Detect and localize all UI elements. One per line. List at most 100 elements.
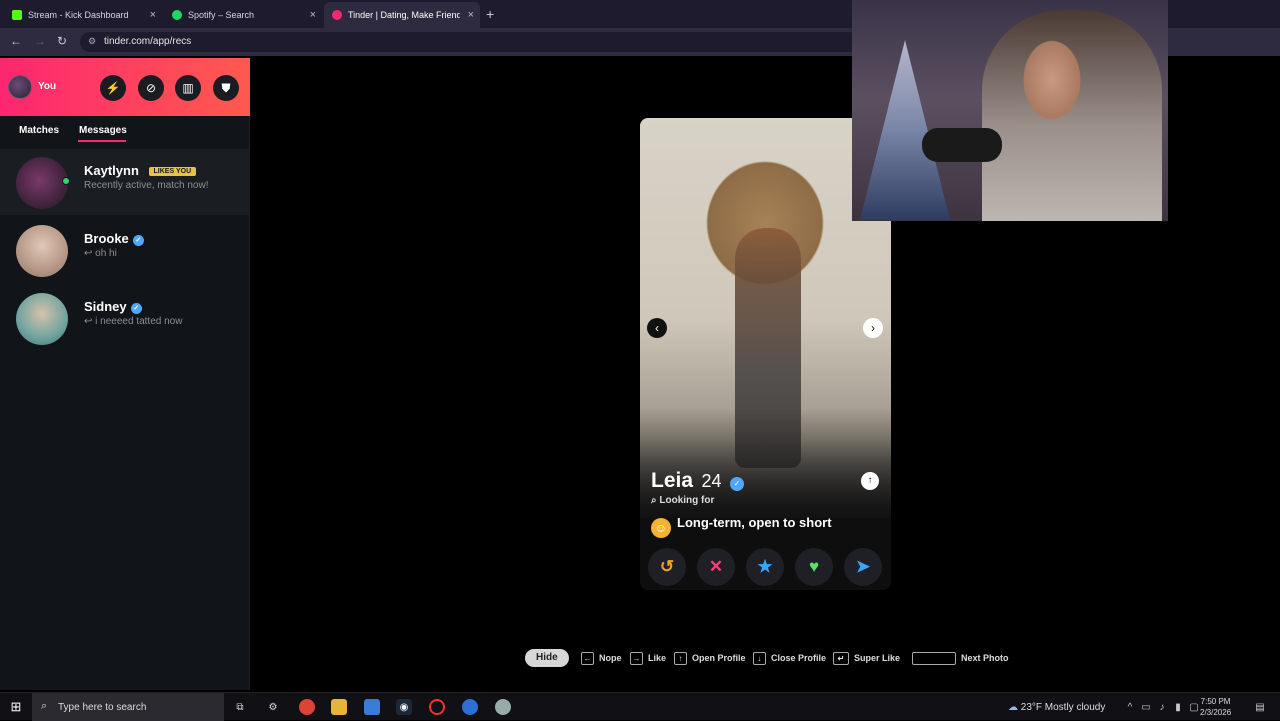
steam-icon[interactable]: ◉ [396,699,412,715]
app-icon[interactable] [495,699,511,715]
verified-badge-icon: ✓ [130,303,142,314]
you-label[interactable]: You [38,81,56,92]
conversation-name-row: Brooke ✓ [84,231,144,246]
tab-matches[interactable]: Matches [19,125,59,136]
rewind-icon: ↺ [659,557,675,576]
left-arrow-key-icon: ← [581,651,594,665]
spotify-favicon-icon [172,10,182,20]
kick-favicon-icon [12,10,22,20]
url-text: tinder.com/app/recs [104,36,192,47]
shortcut-label: Close Profile [771,653,827,663]
taskbar-search-input[interactable]: ⌕ Type here to search [32,693,224,721]
tab-messages[interactable]: Messages [79,125,127,136]
webcam-overlay [852,0,1168,221]
profile-name-row: Leia 24 ✓ [651,469,744,493]
avatar [16,293,68,345]
weather-widget[interactable]: ☁ 23°F Mostly cloudy [1008,702,1105,713]
file-explorer-icon[interactable] [331,699,347,715]
shortcut-label: Next Photo [961,653,1009,663]
shield-icon[interactable]: ⛊ [213,75,239,101]
right-arrow-key-icon: → [630,651,643,665]
enter-key-icon: ↵ [833,651,849,665]
shortcut-super-like: ↵ Super Like [833,649,900,667]
task-view-icon[interactable]: ⧉ [232,699,248,715]
boost-button[interactable]: ➤ [844,548,882,586]
shortcut-label: Like [648,653,667,663]
tab-kick-dashboard[interactable]: Stream - Kick Dashboard × [4,2,162,28]
rewind-button[interactable]: ↺ [648,548,686,586]
profile-age: 24 [701,471,722,491]
volume-icon[interactable]: ♪ [1154,699,1170,715]
shortcut-label: Open Profile [692,653,746,663]
url-field[interactable]: ⚙ tinder.com/app/recs [80,32,860,52]
space-key-icon [912,651,956,665]
sidebar: You ⚡ ⊘ ▥ ⛊ Matches Messages Kaytlynn LI… [0,58,250,690]
close-tab-icon[interactable]: × [310,9,316,21]
new-tab-button[interactable]: + [486,6,494,22]
close-tab-icon[interactable]: × [150,9,156,21]
microphone-icon[interactable]: ▮ [1170,699,1186,715]
system-tray-chevron-icon[interactable]: ^ [1122,699,1138,715]
send-icon: ➤ [855,557,871,576]
shortcut-next-photo: Next Photo [912,649,1009,667]
chrome-icon[interactable] [299,699,315,715]
relationship-intent: ☺ Long-term, open to short [651,515,832,538]
likes-you-badge: LIKES YOU [148,167,197,176]
search-icon: ⌕ [41,700,48,712]
avatar [16,157,68,209]
tab-spotify-search[interactable]: Spotify – Search × [164,2,322,28]
conversation-preview: ↩ oh hi [84,248,117,259]
network-icon[interactable]: ▭ [1138,699,1154,715]
boost-icon[interactable]: ⚡ [100,75,126,101]
next-photo-button[interactable]: › [863,318,883,338]
app-icon[interactable] [429,699,445,715]
webcam-streamer [982,10,1162,221]
cloud-icon: ☁ [1008,702,1018,713]
shortcut-label: Nope [599,653,622,663]
sidebar-header: You ⚡ ⊘ ▥ ⛊ [0,58,250,116]
weather-text: 23°F Mostly cloudy [1020,702,1106,713]
back-arrow-icon[interactable]: ← [10,34,22,48]
online-status-dot [62,177,70,185]
conversation-item[interactable]: Brooke ✓ ↩ oh hi [0,217,250,283]
conversation-preview: ↩ i neeeed tatted now [84,316,183,327]
tab-title: Stream - Kick Dashboard [28,10,129,20]
nope-button[interactable]: ✕ [697,548,735,586]
tab-title: Tinder | Dating, Make Friends & [348,10,460,20]
shortcut-label: Super Like [854,653,901,663]
close-tab-icon[interactable]: × [468,9,474,21]
shortcut-open-profile: ↑ Open Profile [674,649,746,667]
store-icon[interactable] [364,699,380,715]
settings-icon[interactable]: ⚙ [265,699,281,715]
conversation-name: Brooke [84,231,129,246]
open-profile-button[interactable]: ↑ [861,472,879,490]
hide-shortcuts-button[interactable]: Hide [525,649,569,667]
conversation-item[interactable]: Kaytlynn LIKES YOU Recently active, matc… [0,149,250,215]
app-icon[interactable] [462,699,478,715]
looking-for-text: Looking for [659,495,715,506]
conversation-name: Sidney [84,299,127,314]
like-button[interactable]: ♥ [795,548,833,586]
up-arrow-key-icon: ↑ [674,651,687,665]
tab-tinder[interactable]: Tinder | Dating, Make Friends & × [324,2,480,28]
search-icon: ⌕ [651,495,657,506]
shortcut-nope: ← Nope [581,649,622,667]
gift-icon[interactable]: ▥ [175,75,201,101]
tinder-favicon-icon [332,10,342,20]
reload-icon[interactable]: ↻ [57,34,67,48]
conversation-name-row: Kaytlynn LIKES YOU [84,163,197,178]
verified-badge-icon: ✓ [132,235,144,246]
avatar[interactable] [8,75,32,99]
taskbar-search-placeholder: Type here to search [58,702,147,713]
site-info-icon[interactable]: ⚙ [88,36,96,47]
conversation-item[interactable]: Sidney ✓ ↩ i neeeed tatted now [0,285,250,351]
previous-photo-button[interactable]: ‹ [647,318,667,338]
notifications-icon[interactable]: ▤ [1252,699,1268,715]
windows-start-icon[interactable]: ⊞ [8,699,24,715]
action-buttons: ↺ ✕ ★ ♥ ➤ [640,548,891,588]
explore-icon[interactable]: ⊘ [138,75,164,101]
forward-arrow-icon[interactable]: → [34,34,46,48]
like-icon: ♥ [808,557,820,576]
taskbar-clock[interactable]: 7:50 PM 2/3/2026 [1200,696,1231,718]
super-like-button[interactable]: ★ [746,548,784,586]
